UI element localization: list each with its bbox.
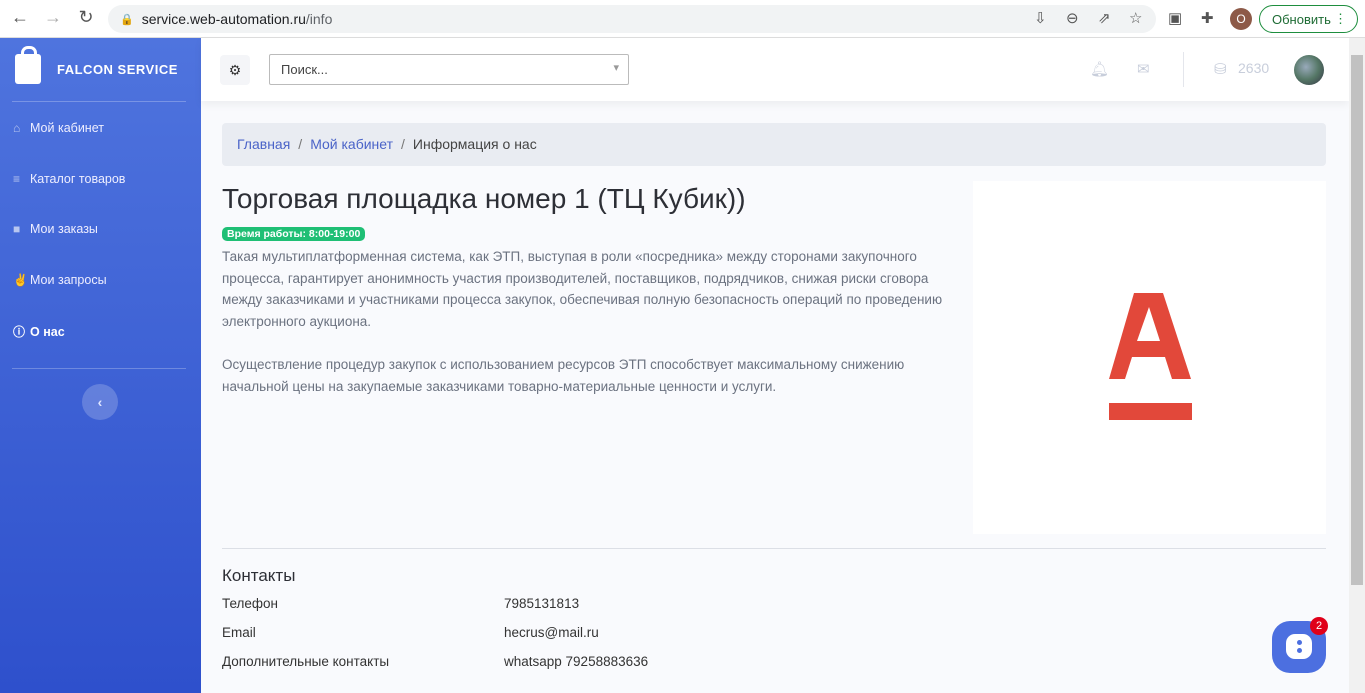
scrollbar-thumb[interactable] — [1351, 55, 1363, 585]
contacts-heading: Контакты — [222, 566, 296, 585]
hours-badge: Время работы: 8:00-19:00 — [222, 227, 366, 241]
contact-label: Email — [222, 625, 256, 640]
share-icon[interactable]: ⇗ — [1098, 9, 1111, 27]
brand-name: FALCON SERVICE — [57, 61, 178, 77]
url-host: service.web-automation.ru — [141, 11, 306, 27]
envelope-icon[interactable]: ✉ — [1137, 60, 1150, 78]
info-icon: ⓘ — [13, 325, 26, 339]
divider — [222, 548, 1326, 549]
back-icon[interactable]: ← — [10, 7, 30, 28]
contact-extra: whatsapp 79258883636 — [504, 654, 649, 669]
contact-label: Телефон — [222, 596, 279, 611]
coins-count: 2630 — [1238, 60, 1270, 76]
contact-label: Дополнительные контакты — [222, 654, 390, 669]
list-icon: ≡ — [13, 172, 21, 186]
alfa-logo-icon — [1109, 293, 1192, 420]
breadcrumb-cabinet[interactable]: Мой кабинет — [310, 136, 393, 152]
update-button[interactable]: Обновить ⋮ — [1259, 5, 1358, 33]
contact-phone: 7985131813 — [504, 596, 580, 611]
sidebar: FALCON SERVICE ⌂ Мой кабинет ≡ Каталог тов… — [0, 38, 201, 693]
page-title: Торговая площадка номер 1 (ТЦ Кубик)) — [222, 183, 746, 214]
puzzle-icon[interactable]: ✚ — [1201, 9, 1214, 27]
divider — [12, 368, 186, 369]
home-icon: ⌂ — [13, 121, 21, 135]
chat-widget-button[interactable]: 2 — [1272, 617, 1328, 673]
install-icon[interactable]: ⇩ — [1034, 9, 1047, 27]
sidebar-item-cabinet[interactable]: ⌂ Мой кабинет — [13, 121, 104, 135]
divider — [1183, 52, 1184, 87]
divider — [12, 101, 186, 102]
lock-icon: 🔒 — [120, 13, 134, 26]
address-bar[interactable]: 🔒 service.web-automation.ru/info — [108, 5, 1156, 33]
sidebar-item-requests[interactable]: ✌ Мои запросы — [13, 273, 107, 287]
sidebar-item-label: Мои заказы — [30, 222, 98, 236]
extension-icon[interactable]: ▣ — [1168, 9, 1182, 27]
zoom-icon[interactable]: ⊖ — [1066, 9, 1079, 27]
topbar: ⚙ Поиск... 🔔︎ ✉ ⛁ 2630 — [201, 38, 1349, 101]
breadcrumb-separator: / — [298, 136, 303, 152]
url-path: /info — [305, 11, 333, 27]
sidebar-item-label: Мои запросы — [30, 273, 107, 287]
sidebar-item-label: Каталог товаров — [30, 172, 126, 186]
breadcrumb: Главная / Мой кабинет / Информация о нас — [222, 123, 1326, 166]
bag-icon: ■ — [13, 222, 21, 236]
search-placeholder: Поиск... — [281, 62, 328, 77]
search-input[interactable]: Поиск... — [269, 54, 629, 85]
coins-icon: ⛁ — [1214, 61, 1227, 78]
sidebar-item-catalog[interactable]: ≡ Каталог товаров — [13, 172, 125, 186]
sidebar-item-orders[interactable]: ■ Мои заказы — [13, 222, 98, 236]
browser-toolbar: ← → ↻ 🔒 service.web-automation.ru/info ⇩… — [0, 0, 1365, 38]
breadcrumb-home[interactable]: Главная — [237, 136, 290, 152]
forward-icon[interactable]: → — [43, 7, 63, 28]
hand-icon: ✌ — [13, 273, 28, 287]
sidebar-item-label: О нас — [30, 324, 65, 339]
company-logo — [973, 181, 1326, 534]
shopping-bag-icon — [15, 46, 41, 84]
sidebar-item-about[interactable]: ⓘ О нас — [13, 323, 65, 340]
sidebar-item-label: Мой кабинет — [30, 121, 104, 135]
description-paragraph: Такая мультиплатформенная система, как Э… — [222, 249, 943, 329]
menu-icon: ⋮ — [1334, 11, 1347, 26]
breadcrumb-separator: / — [401, 136, 405, 152]
unread-badge: 2 — [1310, 617, 1328, 635]
profile-avatar[interactable]: O — [1230, 8, 1252, 30]
collapse-sidebar-button[interactable]: ‹ — [82, 384, 118, 420]
bell-icon[interactable]: 🔔︎ — [1090, 60, 1109, 78]
user-avatar[interactable] — [1294, 55, 1324, 85]
chat-icon — [1286, 634, 1312, 659]
breadcrumb-current: Информация о нас — [412, 136, 537, 152]
settings-gears-icon[interactable]: ⚙ — [220, 55, 250, 85]
star-icon[interactable]: ☆ — [1129, 9, 1142, 27]
description-paragraph: Осуществление процедур закупок с использ… — [222, 357, 905, 394]
reload-icon[interactable]: ↻ — [76, 7, 96, 28]
brand-logo[interactable]: FALCON SERVICE — [15, 46, 178, 84]
contact-email: hecrus@mail.ru — [504, 625, 599, 640]
update-label: Обновить — [1272, 11, 1331, 27]
